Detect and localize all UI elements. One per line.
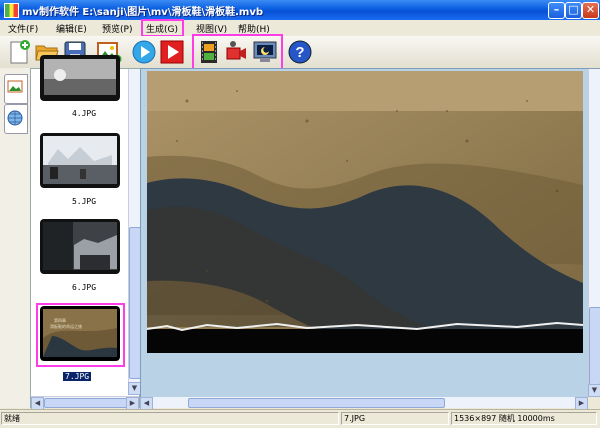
thumbnail-label: 5.JPG — [71, 197, 97, 206]
menu-edit[interactable]: 编辑(E) — [56, 22, 87, 35]
maximize-button[interactable]: □ — [565, 2, 582, 19]
preview-scrollbar[interactable]: ▼ — [588, 69, 600, 397]
thumbnail-scrollbar[interactable]: ▼ — [128, 69, 141, 395]
thumbnail-6[interactable] — [40, 219, 120, 274]
preview-image — [146, 71, 584, 353]
close-button[interactable]: ✕ — [582, 2, 599, 19]
selected-thumbnail-highlight — [36, 303, 125, 367]
thumbnail-label-selected: 7.JPG — [63, 372, 92, 381]
status-ready: 就绪 — [1, 412, 339, 425]
thumbnail-5[interactable] — [40, 133, 120, 188]
thumbnail-hscroll-thumb[interactable] — [44, 398, 128, 408]
play-icon[interactable] — [131, 39, 157, 65]
preview-scroll-thumb[interactable] — [589, 307, 600, 385]
menu-generate-highlight — [141, 19, 184, 37]
side-tabs — [0, 68, 31, 408]
thumbnail-label: 4.JPG — [71, 109, 97, 118]
preview-scroll-down-button[interactable]: ▼ — [588, 384, 600, 397]
app-icon — [4, 3, 19, 18]
title-bar: mv制作软件 E:\sanji\图片\mv\滑板鞋\滑板鞋.mvb – □ ✕ — [0, 0, 600, 20]
svg-text:?: ? — [295, 44, 304, 61]
thumbnail-hscrollbar[interactable]: ◀ ▶ — [31, 396, 139, 410]
window-title: mv制作软件 E:\sanji\图片\mv\滑板鞋\滑板鞋.mvb — [22, 7, 264, 18]
menu-bar: 文件(F) 编辑(E) 预览(P) 生成(G) 视图(V) 帮助(H) — [0, 19, 600, 37]
tab-images[interactable] — [4, 74, 28, 104]
status-bar: 就绪 7.JPG 1536×897 随机 10000ms — [0, 409, 600, 428]
status-info: 1536×897 随机 10000ms — [451, 412, 597, 425]
thumbnail-panel: 4.JPG 5.JPG 6.JPG 第四章 滑板鞋的命运之旅 7.JPG ▼ ◀… — [30, 55, 141, 410]
thumbnail-4[interactable] — [40, 55, 120, 101]
menu-file[interactable]: 文件(F) — [8, 22, 38, 35]
preview-hscroll-thumb[interactable] — [188, 398, 445, 408]
new-file-icon[interactable] — [6, 39, 32, 65]
toolbar-highlight — [192, 34, 283, 70]
minimize-button[interactable]: – — [548, 2, 565, 19]
preview-hscrollbar[interactable]: ◀ ▶ — [140, 397, 588, 410]
status-file: 7.JPG — [341, 412, 449, 425]
thumbnail-label: 6.JPG — [71, 283, 97, 292]
play-red-icon[interactable] — [159, 39, 185, 65]
globe-icon — [7, 110, 23, 126]
help-icon[interactable]: ? — [287, 39, 313, 65]
preview-area: ▼ — [140, 68, 600, 408]
preview-photo — [146, 71, 584, 353]
tab-web[interactable] — [4, 104, 28, 134]
image-tab-icon — [7, 80, 23, 93]
menu-preview[interactable]: 预览(P) — [102, 22, 132, 35]
